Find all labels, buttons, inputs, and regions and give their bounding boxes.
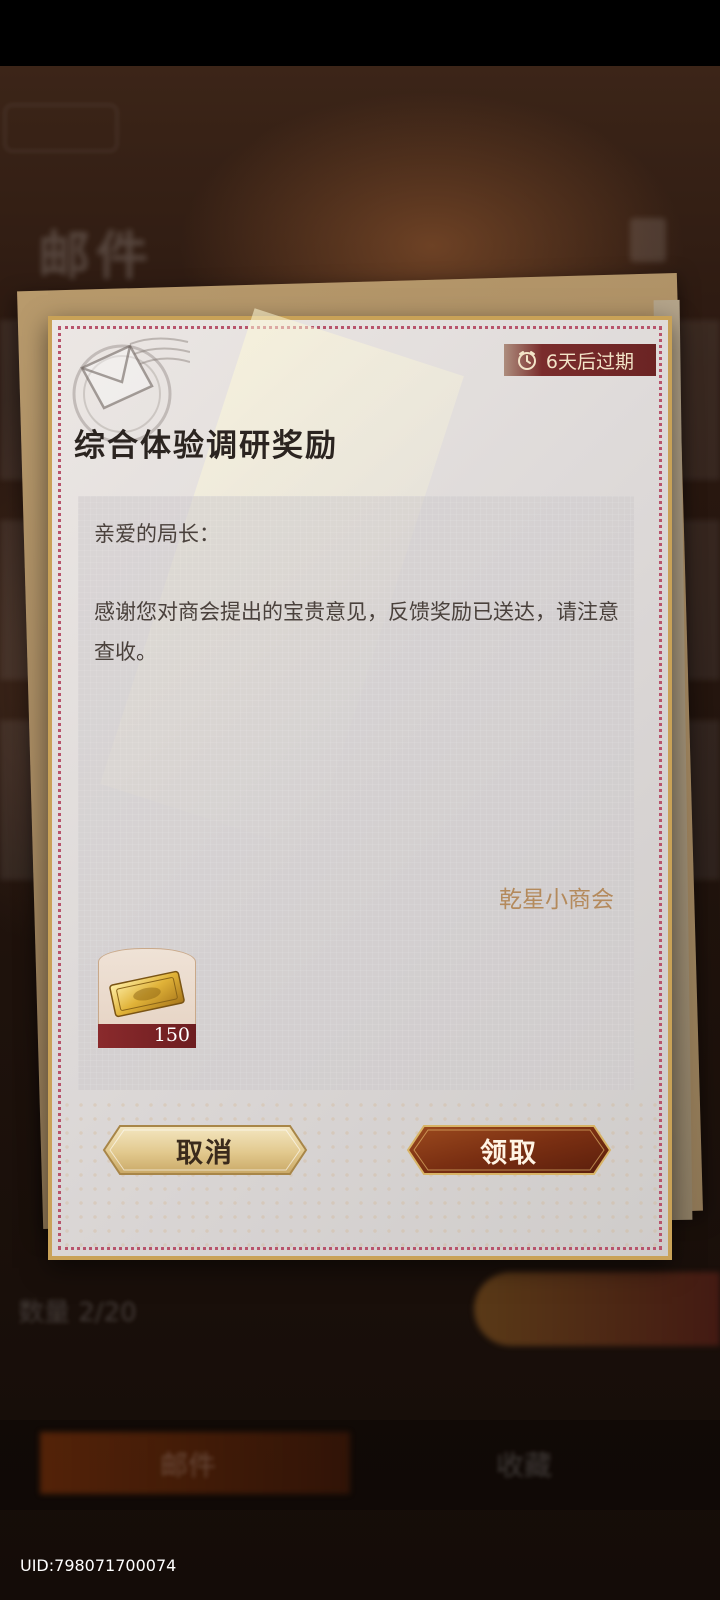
attachment-item[interactable]: 150: [98, 940, 196, 1048]
background-back-button: [4, 104, 118, 152]
background-mail-row: [676, 320, 720, 480]
mail-message: 感谢您对商会提出的宝贵意见，反馈奖励已送达，请注意查收。: [94, 600, 619, 664]
mail-body: 亲爱的局长： 感谢您对商会提出的宝贵意见，反馈奖励已送达，请注意查收。 乾星小商…: [78, 496, 634, 1090]
expiry-badge: 6天后过期: [503, 344, 656, 376]
claim-button[interactable]: 领取: [406, 1124, 612, 1176]
mail-dialog: 6天后过期 综合体验调研奖励 亲爱的局长： 感谢您对商会提出的宝贵意见，反馈奖励…: [48, 308, 672, 1260]
background-page-title: 邮件: [38, 227, 155, 287]
expiry-label: 6天后过期: [545, 350, 634, 373]
mail-signature: 乾星小商会: [499, 887, 614, 913]
cancel-button-label: 取消: [176, 1137, 234, 1169]
attachment-count: 150: [153, 1024, 190, 1046]
background-tab-favorites: 收藏: [496, 1449, 553, 1482]
clock-icon: [517, 351, 536, 370]
mail-salutation: 亲爱的局长：: [94, 522, 220, 546]
background-claim-all-button: [474, 1272, 720, 1346]
mail-title: 综合体验调研奖励: [74, 428, 338, 464]
status-bar: [0, 0, 720, 66]
user-id: UID:798071700074: [20, 1556, 177, 1575]
cancel-button[interactable]: 取消: [102, 1124, 308, 1176]
claim-button-label: 领取: [480, 1137, 538, 1169]
background-trash-icon: [630, 218, 666, 262]
background-tab-mail: 邮件: [160, 1449, 217, 1482]
screen: 邮件 数量 2/20 邮件 收藏 6天后过期 综合体验调研奖励 亲爱的局长： 感…: [0, 0, 720, 1600]
background-mail-count: 数量 2/20: [18, 1298, 137, 1328]
